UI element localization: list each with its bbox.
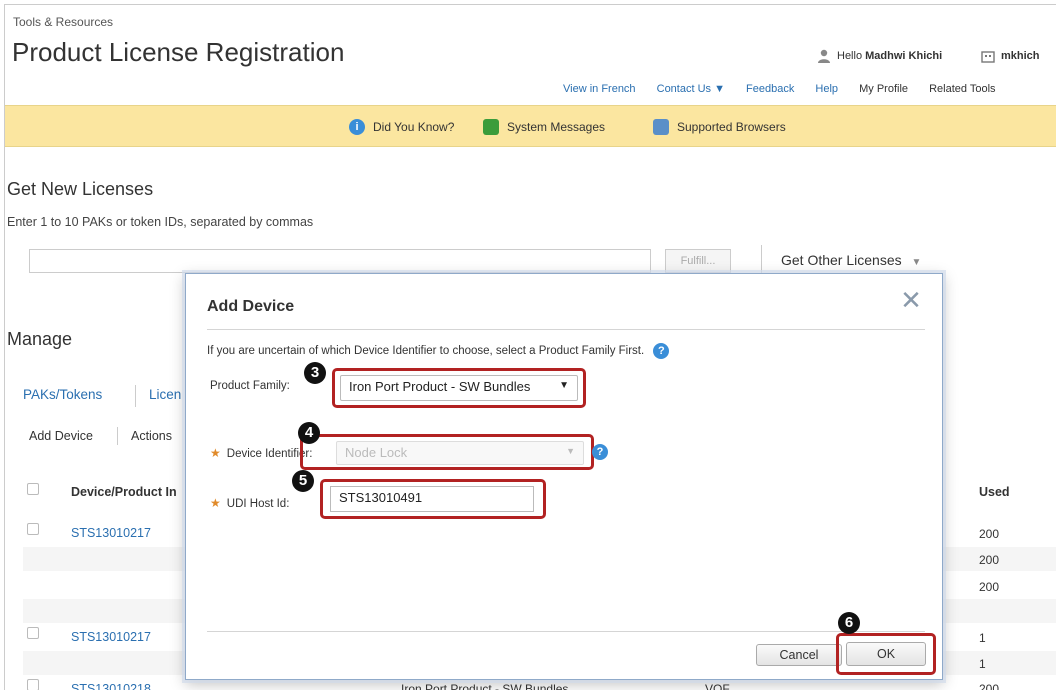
dialog-title: Add Device <box>207 298 295 315</box>
browser-icon <box>653 119 669 135</box>
link-my-profile[interactable]: My Profile <box>859 83 908 95</box>
chevron-down-icon: ▼ <box>911 257 922 268</box>
row-checkbox[interactable] <box>27 679 39 690</box>
select-all-checkbox[interactable] <box>27 483 39 495</box>
get-other-licenses-dropdown[interactable]: Get Other Licenses ▼ <box>781 252 921 268</box>
fulfill-button[interactable]: Fulfill... <box>665 249 731 273</box>
header-links: View in French Contact Us ▼ Feedback Hel… <box>563 83 996 95</box>
link-help[interactable]: Help <box>815 83 838 95</box>
required-icon: ★ <box>210 446 221 460</box>
action-divider <box>117 427 118 445</box>
tab-divider <box>135 385 136 407</box>
supported-browsers-label: Supported Browsers <box>677 120 786 134</box>
device-link[interactable]: STS13010218 <box>71 682 151 690</box>
udi-label: ★ UDI Host Id: <box>210 496 289 510</box>
info-banner: i Did You Know? System Messages Supporte… <box>5 105 1056 147</box>
link-feedback[interactable]: Feedback <box>746 83 794 95</box>
divider <box>761 245 762 275</box>
device-identifier-select[interactable]: Node Lock ▼ <box>336 441 584 465</box>
device-identifier-label: ★ Device Identifier: <box>210 446 312 460</box>
used-value: 200 <box>979 682 1000 690</box>
get-licenses-instructions: Enter 1 to 10 PAKs or token IDs, separat… <box>7 215 314 229</box>
dialog-divider <box>207 329 925 330</box>
manage-heading: Manage <box>7 329 73 349</box>
pak-input[interactable] <box>29 249 651 273</box>
step-badge: 3 <box>304 362 326 384</box>
product-family-select[interactable]: Iron Port Product - SW Bundles ▼ <box>340 375 578 401</box>
row-checkbox[interactable] <box>27 523 39 535</box>
breadcrumb[interactable]: Tools & Resources <box>13 15 113 29</box>
building-icon <box>981 51 995 63</box>
product-value: Iron Port Product - SW Bundles <box>401 682 569 690</box>
step-badge: 5 <box>292 470 314 492</box>
used-value: 200 <box>979 553 1000 567</box>
add-device-link[interactable]: Add Device <box>29 429 93 443</box>
step-badge: 6 <box>838 612 860 634</box>
greeting-prefix: Hello <box>837 49 863 62</box>
required-icon: ★ <box>210 496 221 510</box>
account-menu[interactable]: mkhich <box>981 49 1040 63</box>
dialog-footer-divider <box>207 631 925 632</box>
account-name: mkhich <box>1001 49 1040 62</box>
dialog-hint: If you are uncertain of which Device Ide… <box>207 343 670 359</box>
row-checkbox[interactable] <box>27 627 39 639</box>
did-you-know-link[interactable]: i Did You Know? <box>349 119 454 135</box>
ok-button[interactable]: OK <box>846 642 926 666</box>
product-family-label: Product Family: <box>210 380 290 392</box>
system-messages-link[interactable]: System Messages <box>483 119 605 135</box>
info-icon: i <box>349 119 365 135</box>
used-value: 200 <box>979 527 1000 541</box>
chevron-down-icon: ▼ <box>566 446 575 456</box>
link-related-tools[interactable]: Related Tools <box>929 83 995 95</box>
message-icon <box>483 119 499 135</box>
used-value: 200 <box>979 580 1000 594</box>
product-family-value: Iron Port Product - SW Bundles <box>349 379 531 394</box>
get-licenses-heading: Get New Licenses <box>7 179 154 199</box>
system-messages-label: System Messages <box>507 120 606 134</box>
step-badge: 4 <box>298 422 320 444</box>
user-name: Madhwi Khichi <box>865 49 943 62</box>
did-you-know-label: Did You Know? <box>373 120 455 134</box>
udi-host-id-input[interactable]: STS13010491 <box>330 486 534 512</box>
udi-text: UDI Host Id: <box>226 498 290 510</box>
tab-paks-tokens[interactable]: PAKs/Tokens <box>23 387 102 402</box>
chevron-down-icon: ▼ <box>559 380 569 391</box>
type-value: VOF <box>705 682 730 690</box>
user-greeting: Hello Madhwi Khichi <box>817 49 942 63</box>
used-value: 1 <box>979 657 986 671</box>
user-icon <box>818 49 830 63</box>
actions-menu[interactable]: Actions <box>131 429 172 443</box>
close-icon[interactable]: ✕ <box>899 287 923 313</box>
device-identifier-value: Node Lock <box>345 445 408 460</box>
help-icon[interactable]: ? <box>653 343 670 359</box>
link-view-in-french[interactable]: View in French <box>563 83 636 95</box>
cancel-button[interactable]: Cancel <box>756 644 842 666</box>
device-link[interactable]: STS13010217 <box>71 526 151 540</box>
column-used[interactable]: Used <box>979 485 1010 499</box>
supported-browsers-link[interactable]: Supported Browsers <box>653 119 786 135</box>
page: Tools & Resources Product License Regist… <box>4 4 1056 690</box>
link-contact-us[interactable]: Contact Us ▼ <box>657 83 725 95</box>
tab-licenses[interactable]: Licen <box>149 387 181 402</box>
column-device[interactable]: Device/Product In <box>71 485 177 499</box>
help-icon[interactable]: ? <box>592 444 608 460</box>
page-title: Product License Registration <box>12 37 345 67</box>
get-other-licenses-label: Get Other Licenses <box>781 252 902 268</box>
device-link[interactable]: STS13010217 <box>71 630 151 644</box>
used-value: 1 <box>979 631 986 645</box>
hint-text: If you are uncertain of which Device Ide… <box>207 345 645 358</box>
add-device-dialog: Add Device ✕ If you are uncertain of whi… <box>185 273 943 680</box>
